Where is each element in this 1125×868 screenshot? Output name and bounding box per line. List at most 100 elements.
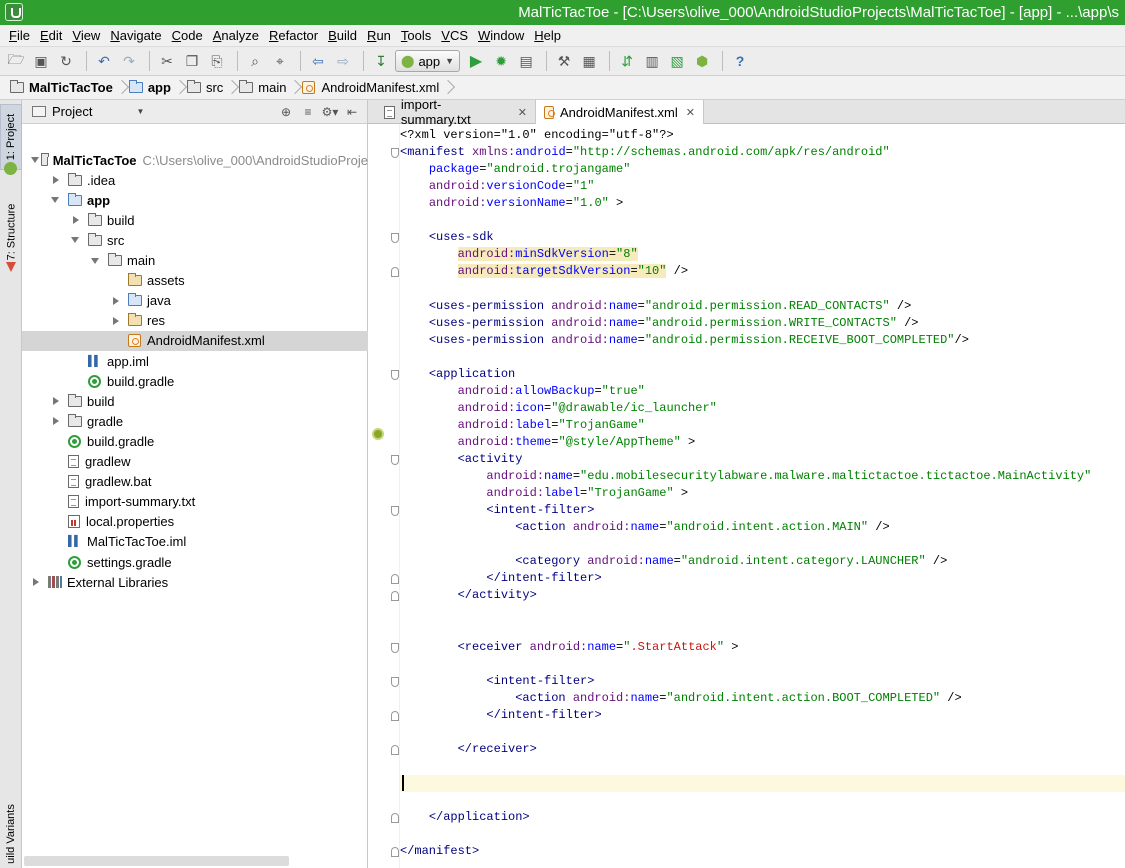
avd-manager-icon[interactable]: ▥: [641, 50, 663, 72]
code-line[interactable]: android:targetSdkVersion="10" />: [400, 263, 1125, 280]
breadcrumb-module[interactable]: app: [127, 78, 175, 98]
code-area[interactable]: <?xml version="1.0" encoding="utf-8"?> <m…: [400, 124, 1125, 868]
code-line[interactable]: <uses-permission android:name="android.p…: [400, 298, 1125, 315]
sdk-manager-icon[interactable]: ▦: [578, 50, 600, 72]
code-line[interactable]: android:theme="@style/AppTheme" >: [400, 434, 1125, 451]
code-line[interactable]: android:versionName="1.0" >: [400, 195, 1125, 212]
code-line[interactable]: <uses-sdk: [400, 229, 1125, 246]
fold-collapse-icon[interactable]: [391, 642, 399, 653]
collapsed-arrow-icon[interactable]: [110, 295, 122, 307]
tree-item[interactable]: src: [22, 230, 368, 250]
code-line[interactable]: <application: [400, 366, 1125, 383]
expanded-arrow-icon[interactable]: [50, 194, 62, 206]
tree-item[interactable]: build.gradle: [22, 371, 368, 391]
tree-item[interactable]: res: [22, 311, 368, 331]
tree-item[interactable]: External Libraries: [22, 572, 368, 592]
code-line[interactable]: android:name="edu.mobilesecuritylabware.…: [400, 468, 1125, 485]
collapsed-arrow-icon[interactable]: [50, 174, 62, 186]
menu-file[interactable]: File: [4, 28, 35, 43]
fold-end-icon[interactable]: [391, 267, 399, 278]
code-line[interactable]: <intent-filter>: [400, 502, 1125, 519]
fold-end-icon[interactable]: [391, 591, 399, 602]
code-line[interactable]: android:label="TrojanGame": [400, 417, 1125, 434]
tree-item[interactable]: AndroidManifest.xml: [22, 330, 368, 351]
code-line[interactable]: <action android:name="android.intent.act…: [400, 519, 1125, 536]
collapsed-arrow-icon[interactable]: [30, 576, 42, 588]
code-line[interactable]: [400, 604, 1125, 621]
copy-icon[interactable]: ❐: [181, 50, 203, 72]
project-tool-tab[interactable]: 1: Project: [0, 104, 22, 170]
make-project-icon[interactable]: ↧: [370, 50, 392, 72]
code-line[interactable]: android:icon="@drawable/ic_launcher": [400, 400, 1125, 417]
sync-icon[interactable]: ↻: [55, 50, 77, 72]
code-line[interactable]: [400, 656, 1125, 673]
menu-vcs[interactable]: VCS: [436, 28, 473, 43]
collapsed-arrow-icon[interactable]: [50, 395, 62, 407]
code-line[interactable]: <receiver android:name=".StartAttack" >: [400, 639, 1125, 656]
tree-item[interactable]: .idea: [22, 170, 368, 190]
tree-item[interactable]: build.gradle: [22, 431, 368, 451]
tree-item[interactable]: build: [22, 391, 368, 411]
tree-item[interactable]: settings.gradle: [22, 552, 368, 572]
menu-edit[interactable]: Edit: [35, 28, 67, 43]
code-line[interactable]: <category android:name="android.intent.c…: [400, 553, 1125, 570]
code-line[interactable]: [400, 758, 1125, 775]
tree-item[interactable]: assets: [22, 271, 368, 291]
close-icon[interactable]: ✕: [686, 106, 695, 119]
fold-end-icon[interactable]: [391, 710, 399, 721]
code-line[interactable]: [400, 536, 1125, 553]
menu-window[interactable]: Window: [473, 28, 529, 43]
scroll-from-source-icon[interactable]: ⊕: [277, 103, 295, 121]
code-line[interactable]: package="android.trojangame": [400, 161, 1125, 178]
code-line[interactable]: [400, 212, 1125, 229]
tree-item[interactable]: build: [22, 210, 368, 230]
code-line[interactable]: </application>: [400, 809, 1125, 826]
tree-item[interactable]: ▌▌ app.iml: [22, 351, 368, 371]
code-line[interactable]: <intent-filter>: [400, 673, 1125, 690]
code-line[interactable]: android:minSdkVersion="8": [400, 246, 1125, 263]
code-line[interactable]: </intent-filter>: [400, 707, 1125, 724]
device-monitor-icon[interactable]: ▧: [666, 50, 688, 72]
fold-end-icon[interactable]: [391, 744, 399, 755]
project-structure-icon[interactable]: ⚒: [553, 50, 575, 72]
breadcrumb-file[interactable]: AndroidManifest.xml: [300, 78, 443, 98]
menu-view[interactable]: View: [67, 28, 105, 43]
find-icon[interactable]: ⌕: [244, 50, 266, 72]
settings-gear-icon[interactable]: ⚙▾: [321, 103, 339, 121]
code-line[interactable]: </activity>: [400, 587, 1125, 604]
structure-tool-tab[interactable]: 7: Structure: [0, 192, 22, 272]
code-line[interactable]: [400, 774, 1125, 792]
menu-tools[interactable]: Tools: [396, 28, 436, 43]
menu-code[interactable]: Code: [167, 28, 208, 43]
horizontal-scrollbar[interactable]: [24, 856, 289, 866]
code-line[interactable]: [400, 280, 1125, 297]
fold-end-icon[interactable]: [391, 847, 399, 858]
run-icon[interactable]: ▶: [465, 50, 487, 72]
code-line[interactable]: <action android:name="android.intent.act…: [400, 690, 1125, 707]
expanded-arrow-icon[interactable]: [70, 234, 82, 246]
breadcrumb-src[interactable]: src: [185, 78, 227, 98]
close-icon[interactable]: ✕: [518, 106, 527, 119]
menu-navigate[interactable]: Navigate: [105, 28, 166, 43]
attach-debugger-icon[interactable]: ▤: [515, 50, 537, 72]
tree-item[interactable]: ▌▌ MalTicTacToe.iml: [22, 532, 368, 552]
code-line[interactable]: <manifest xmlns:android="http://schemas.…: [400, 144, 1125, 161]
fold-collapse-icon[interactable]: [391, 454, 399, 465]
chevron-down-icon[interactable]: ▼: [136, 107, 144, 116]
redo-icon[interactable]: ↷: [118, 50, 140, 72]
fold-collapse-icon[interactable]: [391, 369, 399, 380]
expanded-arrow-icon[interactable]: [30, 154, 39, 166]
collapse-all-icon[interactable]: ≡: [299, 103, 317, 121]
code-line[interactable]: </intent-filter>: [400, 570, 1125, 587]
tree-item[interactable]: main: [22, 251, 368, 271]
code-line[interactable]: android:label="TrojanGame" >: [400, 485, 1125, 502]
fold-collapse-icon[interactable]: [391, 233, 399, 244]
help-icon[interactable]: ?: [729, 50, 751, 72]
tree-item[interactable]: gradle: [22, 411, 368, 431]
collapsed-arrow-icon[interactable]: [50, 415, 62, 427]
hide-panel-icon[interactable]: ⇤: [343, 103, 361, 121]
fold-collapse-icon[interactable]: [391, 506, 399, 517]
code-line[interactable]: [400, 621, 1125, 638]
collapsed-arrow-icon[interactable]: [110, 315, 122, 327]
back-icon[interactable]: ⇦: [307, 50, 329, 72]
